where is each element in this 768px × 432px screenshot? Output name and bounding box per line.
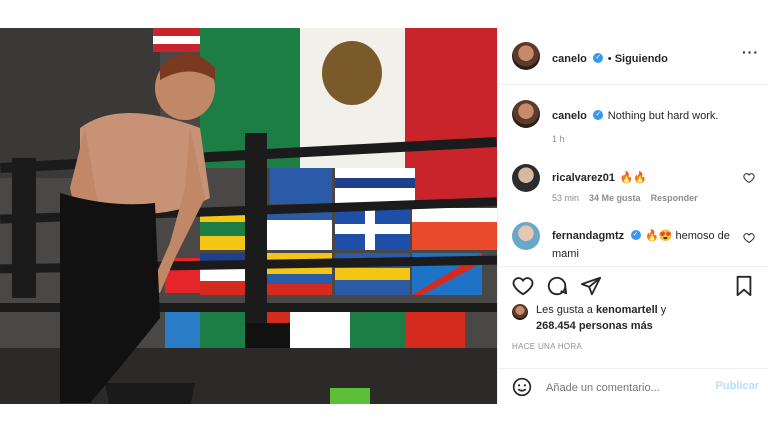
caption-body: Nothing but hard work. (607, 110, 719, 122)
emoji-icon[interactable] (512, 377, 532, 397)
reply-button[interactable]: Responder (651, 193, 698, 203)
caption-text: canelo ✓ Nothing but hard work. (552, 106, 718, 124)
share-icon[interactable] (580, 275, 602, 297)
separator-dot: • (607, 53, 615, 65)
heart-icon[interactable] (743, 172, 755, 184)
caption-row: canelo ✓ Nothing but hard work. 1 h (498, 98, 768, 148)
comment-row: ricalvarez01 🔥🔥 53 min 34 Me gusta Respo… (498, 162, 768, 210)
caption-username[interactable]: canelo (552, 110, 587, 122)
verified-badge-icon: ✓ (593, 52, 604, 63)
bookmark-icon[interactable] (733, 275, 755, 297)
add-comment-bar: Publicar (498, 368, 768, 405)
post-header: canelo ✓ • Siguiendo ··· (498, 28, 768, 85)
likes-connector: y (657, 304, 667, 316)
more-options-icon[interactable]: ··· (742, 44, 759, 60)
comment-time: 53 min (552, 193, 580, 203)
likes-summary: Les gusta a kenomartell y 268.454 person… (498, 300, 768, 340)
commenter-avatar[interactable] (512, 222, 540, 250)
heart-icon[interactable] (743, 232, 755, 244)
boxing-gym-image (0, 28, 497, 404)
publish-button[interactable]: Publicar (716, 380, 759, 392)
comment-username[interactable]: ricalvarez01 (552, 172, 615, 184)
likes-count[interactable]: 268.454 personas más (536, 320, 653, 332)
author-avatar[interactable] (512, 42, 540, 70)
comment-username[interactable]: fernandagmtz (552, 230, 624, 242)
comment-text: ricalvarez01 🔥🔥 (552, 168, 647, 186)
comment-input[interactable] (544, 378, 698, 398)
likes-line-1: Les gusta a kenomartell y (536, 304, 666, 316)
liker-username[interactable]: kenomartell (596, 304, 658, 316)
likes-prefix: Les gusta a (536, 304, 596, 316)
caption-avatar[interactable] (512, 100, 540, 128)
liker-avatar[interactable] (512, 304, 528, 320)
comment-row: fernandagmtz ✓ 🔥😍 hemoso de mami (498, 220, 768, 262)
comment-meta: 53 min 34 Me gusta Responder (552, 193, 698, 203)
follow-state[interactable]: Siguiendo (615, 53, 668, 65)
instagram-post: canelo ✓ • Siguiendo ··· canelo ✓ Nothin… (0, 28, 768, 404)
heart-icon[interactable] (512, 275, 534, 297)
caption-time: 1 h (552, 134, 565, 144)
post-time-row: HACE UNA HORA (498, 342, 768, 356)
comment-likes[interactable]: 34 Me gusta (589, 193, 641, 203)
commenter-avatar[interactable] (512, 164, 540, 192)
comment-icon[interactable] (546, 275, 568, 297)
action-bar (498, 266, 768, 301)
post-sidebar: canelo ✓ • Siguiendo ··· canelo ✓ Nothin… (497, 28, 768, 404)
post-time[interactable]: HACE UNA HORA (512, 342, 582, 351)
comment-body: 🔥🔥 (619, 172, 647, 184)
verified-badge-icon: ✓ (593, 109, 604, 120)
post-photo[interactable] (0, 28, 497, 404)
author-username[interactable]: canelo (552, 53, 587, 65)
header-line: canelo ✓ • Siguiendo (552, 49, 668, 67)
comment-text: fernandagmtz ✓ 🔥😍 hemoso de mami (552, 226, 732, 262)
verified-badge-icon: ✓ (630, 229, 641, 240)
